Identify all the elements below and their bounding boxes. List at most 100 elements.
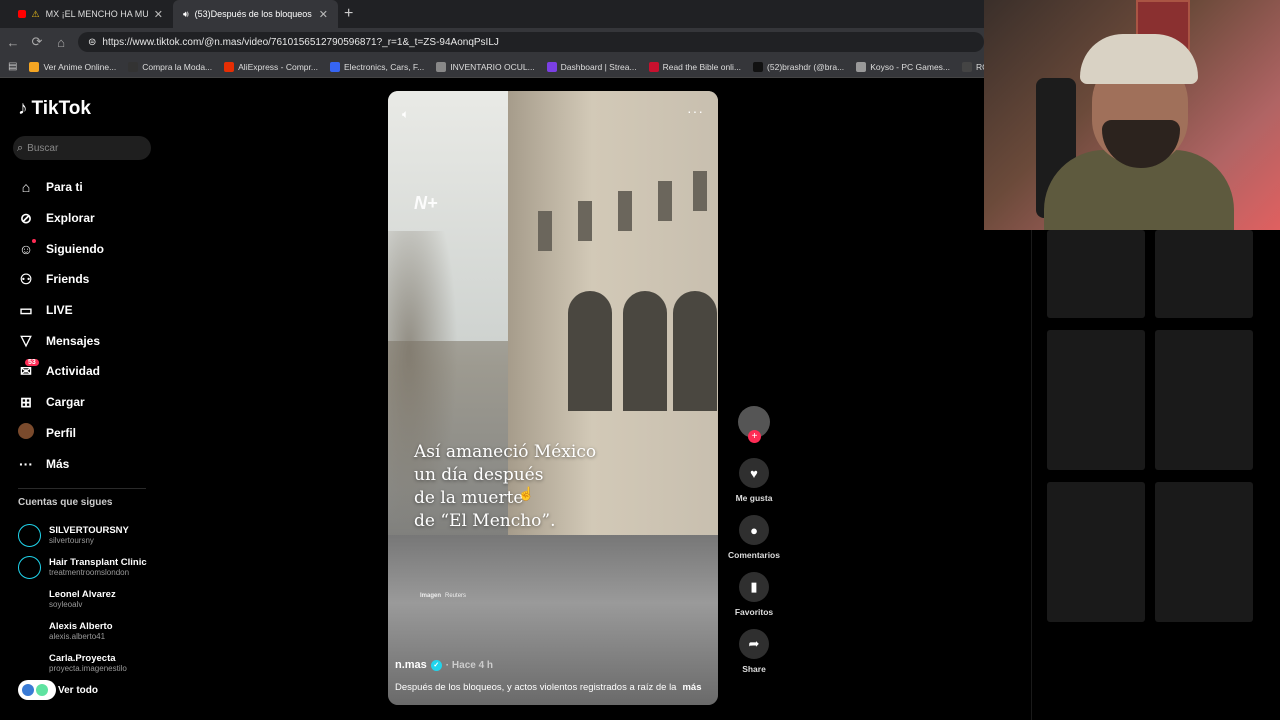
upload-icon: ⊞ (20, 393, 32, 410)
sidebar-item-perfil[interactable]: Perfil (18, 418, 148, 449)
sidebar-item-para-ti[interactable]: ⌂ Para ti (18, 172, 148, 203)
description-text: Después de los bloqueos, y actos violent… (395, 682, 677, 693)
account-avatar (18, 652, 41, 675)
video-player[interactable]: 🔈︎ ··· N+ Así amaneció México un día des… (388, 91, 718, 705)
bookmark-item[interactable]: RO (962, 61, 984, 72)
address-toolbar: ← ⟳ ⌂ ⊜ https://www.tiktok.com/@n.mas/vi… (0, 28, 984, 56)
live-icon: ▭ (19, 301, 33, 318)
author-name[interactable]: n.mas (395, 659, 427, 671)
bookmark-label: Read the Bible onli... (662, 61, 742, 72)
share-icon: ➦ (739, 629, 769, 659)
bookmark-label: INVENTARIO OCUL... (450, 61, 535, 72)
youtube-icon (18, 10, 26, 18)
apps-icon[interactable]: ▤ (8, 61, 17, 72)
bookmark-label: Dashboard | Strea... (560, 61, 637, 72)
bookmark-favicon-icon (224, 61, 235, 72)
bookmark-item[interactable]: Read the Bible onli... (648, 61, 742, 72)
bookmark-item[interactable]: Electronics, Cars, F... (329, 61, 424, 72)
back-icon[interactable]: ← (6, 35, 20, 50)
close-tab-icon[interactable]: ✕ (319, 8, 328, 21)
home-icon: ⌂ (21, 179, 31, 196)
search-input[interactable]: ⌕ Buscar (13, 136, 151, 160)
action-label: Comentarios (728, 550, 780, 560)
see-all-link[interactable]: Ver todo (18, 680, 98, 700)
new-tab-button[interactable]: + (344, 5, 353, 23)
address-bar[interactable]: ⊜ https://www.tiktok.com/@n.mas/video/76… (78, 32, 984, 52)
site-info-icon[interactable]: ⊜ (88, 37, 96, 48)
bookmark-item[interactable]: (52)brashdr (@bra... (753, 61, 845, 72)
followed-account[interactable]: Alexis Alberto alexis.alberto41 (18, 615, 147, 647)
favoritos-button[interactable]: ▮ Favoritos (735, 572, 773, 617)
building-arch (568, 291, 612, 411)
video-thumbnail-placeholder[interactable] (1047, 330, 1145, 470)
reload-icon[interactable]: ⟳ (30, 34, 44, 50)
sidebar-item-label: Perfil (46, 425, 77, 440)
new-content-dot (32, 239, 36, 244)
video-author[interactable]: n.mas ✓ · Hace 4 h (395, 659, 493, 671)
sidebar-item-label: Para ti (46, 180, 83, 195)
nmas-logo: N+ (414, 193, 438, 213)
bookmark-favicon-icon (753, 61, 764, 72)
mute-icon[interactable]: 🔈︎ (402, 107, 409, 122)
video-thumbnail-placeholder[interactable] (1155, 330, 1253, 470)
comentarios-button[interactable]: ● Comentarios (728, 515, 780, 560)
close-tab-icon[interactable]: ✕ (154, 8, 163, 21)
bookmark-favicon-icon (856, 61, 867, 72)
search-icon: ⌕ (17, 141, 24, 154)
bookmark-label: (52)brashdr (@bra... (767, 61, 845, 72)
more-link[interactable]: más (682, 682, 701, 693)
tiktok-note-icon: ♪ (18, 98, 28, 119)
followed-account[interactable]: Leonel Alvarez soyleoalv (18, 583, 147, 615)
share-button[interactable]: ➦ Share (739, 629, 769, 674)
followed-account[interactable]: Carla.Proyecta proyecta.imagenestilo (18, 647, 147, 679)
sidebar-item-cargar[interactable]: ⊞ Cargar (18, 387, 148, 418)
sidebar-item-siguiendo[interactable]: ☺ Siguiendo (18, 233, 148, 264)
bookmark-label: AliExpress - Compr... (238, 61, 318, 72)
bookmark-item[interactable]: Dashboard | Strea... (546, 61, 637, 72)
sidebar-item-label: Más (46, 456, 70, 471)
bookmark-favicon-icon (648, 61, 659, 72)
video-thumbnail-placeholder[interactable] (1047, 230, 1145, 318)
creator-avatar[interactable]: + (738, 406, 770, 443)
following-list: SILVERTOURSNY silvertoursny Hair Transpl… (18, 519, 147, 679)
webcam-overlay (984, 0, 1280, 230)
video-street (388, 535, 718, 705)
account-avatar (18, 588, 41, 611)
sidebar-item-m-s[interactable]: ··· Más (18, 448, 148, 479)
sidebar-item-label: Siguiendo (46, 241, 104, 256)
more-icon: ··· (19, 455, 33, 472)
video-thumbnail-placeholder[interactable] (1047, 482, 1145, 622)
video-thumbnail-placeholder[interactable] (1155, 482, 1253, 622)
follow-plus-icon[interactable]: + (748, 430, 761, 443)
sidebar-item-label: LIVE (46, 303, 73, 318)
tiktok-logo[interactable]: ♪ TikTok (18, 98, 91, 120)
extension-widget[interactable] (18, 680, 56, 700)
video-caption: Así amaneció México un día después de la… (414, 442, 597, 531)
building-window (618, 191, 632, 231)
bookmark-item[interactable]: INVENTARIO OCUL... (436, 61, 535, 72)
account-handle: soyleoalv (49, 600, 83, 609)
sidebar-item-actividad[interactable]: ✉ 53 Actividad (18, 356, 148, 387)
browser-tab-2[interactable]: 🔊︎ (53)Después de los bloqueos ✕ (173, 0, 338, 28)
sidebar-item-friends[interactable]: ⚇ Friends (18, 264, 148, 295)
bookmark-item[interactable]: Koyso - PC Games... (856, 61, 950, 72)
heart-icon: ♥ (739, 458, 769, 488)
bookmark-item[interactable]: Ver Anime Online... (29, 61, 116, 72)
sidebar-item-live[interactable]: ▭ LIVE (18, 295, 148, 326)
sidebar-item-explorar[interactable]: ⊘ Explorar (18, 203, 148, 234)
friends-icon: ⚇ (19, 270, 33, 287)
speaker-icon: 🔊︎ (183, 8, 189, 19)
bookmark-item[interactable]: AliExpress - Compr... (224, 61, 318, 72)
home-icon[interactable]: ⌂ (54, 35, 68, 50)
followed-account[interactable]: SILVERTOURSNY silvertoursny (18, 519, 147, 551)
video-thumbnail-placeholder[interactable] (1155, 230, 1253, 318)
comment-icon: ● (739, 515, 769, 545)
me-gusta-button[interactable]: ♥ Me gusta (736, 458, 772, 503)
more-options-icon[interactable]: ··· (687, 103, 704, 119)
browser-tab-1[interactable]: ⚠ MX ¡EL MENCHO HA MUERTO! ( ✕ (8, 0, 173, 28)
sidebar-item-mensajes[interactable]: ▽ Mensajes (18, 325, 148, 356)
followed-account[interactable]: Hair Transplant Clinic treatmentroomslon… (18, 551, 147, 583)
account-handle: alexis.alberto41 (49, 632, 106, 641)
bookmark-item[interactable]: Compra la Moda... (128, 61, 212, 72)
following-icon: ☺ (18, 240, 34, 257)
